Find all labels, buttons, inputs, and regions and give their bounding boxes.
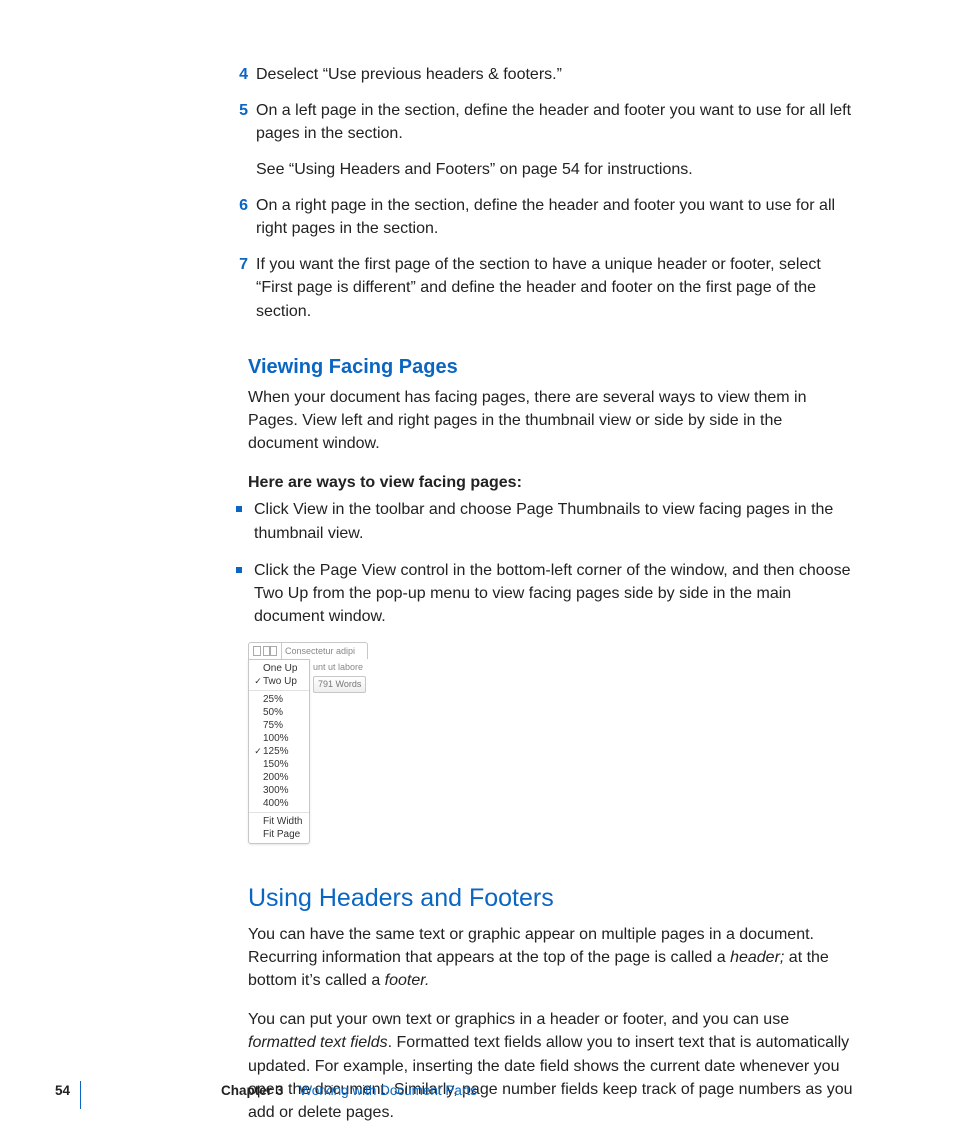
popup-item-100[interactable]: 100% xyxy=(249,732,309,745)
headers-paragraph-1: You can have the same text or graphic ap… xyxy=(248,923,854,993)
page-view-popup-illustration: Consectetur adipi One Up ✓ Two Up 25% 50… xyxy=(248,642,368,844)
check-icon: ✓ xyxy=(253,675,263,688)
popup-item-fit-width[interactable]: Fit Width xyxy=(249,815,309,828)
popup-label: 400% xyxy=(263,797,305,812)
step-5: 5 On a left page in the section, define … xyxy=(248,99,854,181)
step-text-span: On a left page in the section, define th… xyxy=(256,102,851,142)
page-number: 54 xyxy=(55,1081,70,1101)
square-bullet-icon xyxy=(236,504,248,544)
two-up-icon xyxy=(263,646,277,656)
popup-item-one-up[interactable]: One Up xyxy=(249,662,309,675)
popup-item-400[interactable]: 400% xyxy=(249,797,309,810)
popup-item-25[interactable]: 25% xyxy=(249,693,309,706)
popup-item-50[interactable]: 50% xyxy=(249,706,309,719)
popup-item-two-up[interactable]: ✓ Two Up xyxy=(249,675,309,688)
popup-item-fit-page[interactable]: Fit Page xyxy=(249,828,309,841)
popup-group-fit: Fit Width Fit Page xyxy=(249,812,309,843)
popup-label: Two Up xyxy=(263,675,305,690)
facing-pages-bullets: Click View in the toolbar and choose Pag… xyxy=(248,498,854,628)
step-subtext: See “Using Headers and Footers” on page … xyxy=(256,158,854,181)
page-view-icons xyxy=(249,643,281,659)
step-text: Deselect “Use previous headers & footers… xyxy=(248,63,854,86)
chapter-title: Working with Document Parts xyxy=(299,1081,477,1101)
numbered-steps: 4 Deselect “Use previous headers & foote… xyxy=(248,63,854,323)
step-number: 7 xyxy=(228,253,248,323)
bullet-text: Click the Page View control in the botto… xyxy=(248,559,854,629)
popup-top-bar: Consectetur adipi xyxy=(248,642,368,659)
doc-sample-text-2: unt ut labore xyxy=(313,659,368,676)
popup-side-area: unt ut labore 791 Words xyxy=(310,659,368,844)
step-number: 6 xyxy=(228,194,248,240)
word-count-badge: 791 Words xyxy=(313,676,366,693)
viewing-intro-paragraph: When your document has facing pages, the… xyxy=(248,386,854,456)
one-up-icon xyxy=(253,646,261,656)
popup-item-75[interactable]: 75% xyxy=(249,719,309,732)
popup-item-200[interactable]: 200% xyxy=(249,771,309,784)
headers-paragraph-2: You can put your own text or graphics in… xyxy=(248,1008,854,1124)
popup-item-150[interactable]: 150% xyxy=(249,758,309,771)
subheading-viewing-facing-pages: Viewing Facing Pages xyxy=(248,353,854,382)
bullet-item: Click the Page View control in the botto… xyxy=(248,559,854,629)
step-6: 6 On a right page in the section, define… xyxy=(248,194,854,240)
square-bullet-icon xyxy=(236,565,248,629)
step-7: 7 If you want the first page of the sect… xyxy=(248,253,854,323)
step-text: On a right page in the section, define t… xyxy=(248,194,854,240)
text-span: You can put your own text or graphics in… xyxy=(248,1011,789,1028)
popup-label: Fit Page xyxy=(263,828,305,843)
step-text: If you want the first page of the sectio… xyxy=(248,253,854,323)
step-number: 5 xyxy=(228,99,248,181)
popup-group-zoom: 25% 50% 75% 100% ✓125% 150% 200% 300% 40… xyxy=(249,690,309,812)
step-number: 4 xyxy=(228,63,248,86)
italic-term-footer: footer. xyxy=(385,972,430,989)
bullets-intro: Here are ways to view facing pages: xyxy=(248,471,854,494)
check-icon: ✓ xyxy=(253,745,263,758)
bullet-item: Click View in the toolbar and choose Pag… xyxy=(248,498,854,544)
page-view-popup-menu[interactable]: One Up ✓ Two Up 25% 50% 75% 100% ✓125% 1… xyxy=(248,659,310,844)
step-text: On a left page in the section, define th… xyxy=(248,99,854,181)
heading-using-headers-and-footers: Using Headers and Footers xyxy=(248,880,854,916)
italic-term-header: header; xyxy=(730,949,784,966)
chapter-label: Chapter 3 xyxy=(221,1081,283,1101)
popup-item-125[interactable]: ✓125% xyxy=(249,745,309,758)
italic-term-fields: formatted text fields xyxy=(248,1034,388,1051)
bullet-text: Click View in the toolbar and choose Pag… xyxy=(248,498,854,544)
doc-sample-text: Consectetur adipi xyxy=(281,643,367,659)
popup-item-300[interactable]: 300% xyxy=(249,784,309,797)
step-4: 4 Deselect “Use previous headers & foote… xyxy=(248,63,854,86)
footer-divider-icon xyxy=(80,1081,81,1109)
page-footer: 54 Chapter 3 Working with Document Parts xyxy=(55,1077,477,1105)
popup-group-view: One Up ✓ Two Up xyxy=(249,660,309,690)
